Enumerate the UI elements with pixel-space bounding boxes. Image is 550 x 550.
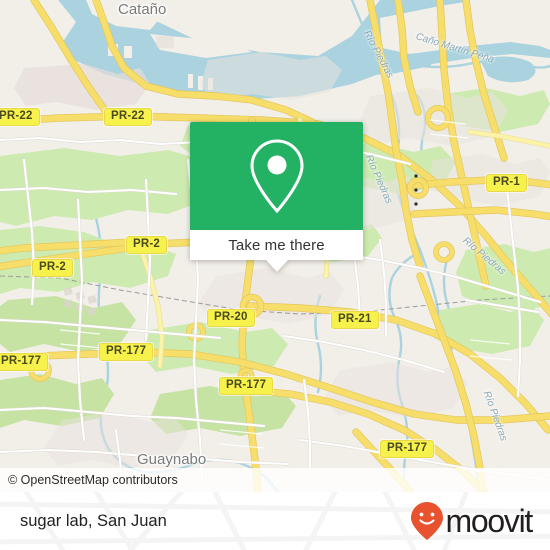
place-label-catano: Cataño (118, 1, 167, 18)
place-title: sugar lab, San Juan (20, 511, 167, 530)
highway-shield-pr-22-west[interactable]: PR-22 (0, 108, 40, 126)
water-label-rio-piedras-3: Río Piedras (460, 235, 508, 278)
moovit-logo[interactable]: moovit (410, 501, 534, 541)
water-label-rio-piedras-2: Río Piedras (362, 153, 395, 206)
take-me-there-label: Take me there (228, 236, 325, 254)
highway-shield-pr-177-center[interactable]: PR-177 (99, 343, 154, 361)
popup-header (190, 122, 363, 230)
water-label-cano-martin-pena: Caño Martín Peña (414, 31, 496, 66)
map-canvas[interactable]: .water { fill:#aad3df; } .stream { fill:… (0, 0, 550, 492)
highway-shield-pr-21[interactable]: PR-21 (331, 311, 379, 329)
highway-shield-pr-2-north[interactable]: PR-2 (126, 236, 168, 254)
highway-shield-pr-1[interactable]: PR-1 (486, 174, 528, 192)
highway-shield-pr-177-south[interactable]: PR-177 (219, 377, 274, 395)
map-attribution-bar[interactable]: © OpenStreetMap contributors (0, 468, 550, 492)
water-label-rio-piedras-4: Río Piedras (480, 389, 510, 443)
map-pin-icon (249, 139, 304, 214)
footer-bar: sugar lab, San Juan moovit (0, 492, 550, 550)
highway-shield-pr-22[interactable]: PR-22 (104, 108, 152, 126)
location-popup-card[interactable]: Take me there (190, 122, 363, 272)
highway-shield-pr-177-west[interactable]: PR-177 (0, 353, 49, 371)
moovit-pin-smiley-icon (410, 502, 443, 540)
water-label-rio-piedras-1: Río Piedras (361, 28, 396, 81)
place-label-guaynabo: Guaynabo (137, 451, 207, 468)
highway-shield-pr-20[interactable]: PR-20 (207, 309, 255, 327)
highway-shield-pr-177-east[interactable]: PR-177 (380, 440, 435, 458)
attribution-text: © OpenStreetMap contributors (8, 473, 178, 487)
moovit-map-screenshot: .water { fill:#aad3df; } .stream { fill:… (0, 0, 550, 550)
popup-pointer-tail (265, 260, 288, 272)
popup-footer[interactable]: Take me there (190, 230, 363, 260)
moovit-wordmark: moovit (445, 503, 534, 539)
highway-shield-pr-2-west[interactable]: PR-2 (32, 259, 74, 277)
